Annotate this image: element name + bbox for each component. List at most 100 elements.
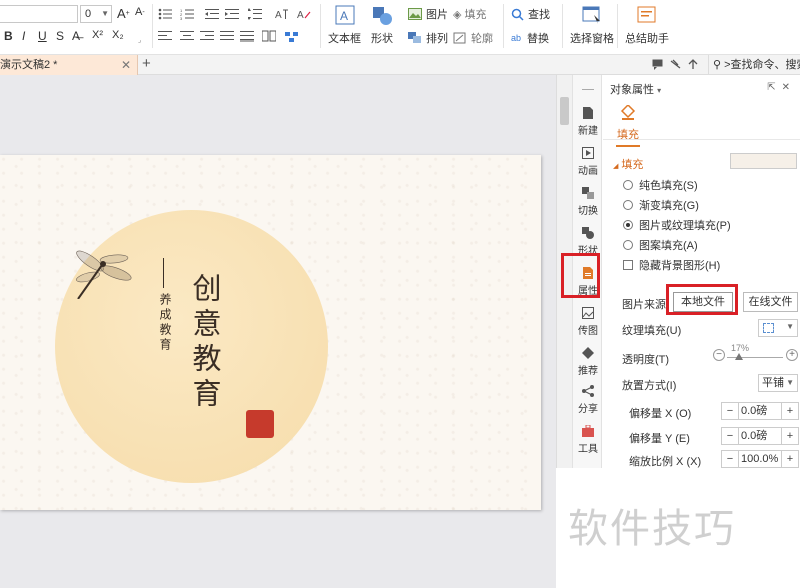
placement-select[interactable]: 平铺 ▼: [758, 374, 798, 392]
fill-label: 填充: [464, 9, 487, 21]
line-spacing-icon[interactable]: [248, 8, 262, 20]
find-button[interactable]: 查找: [511, 6, 550, 22]
char-spacing-icon[interactable]: A̶: [72, 29, 80, 43]
minus-icon[interactable]: −: [722, 403, 738, 419]
minus-icon[interactable]: −: [722, 451, 738, 467]
picture-button[interactable]: 图片: [408, 6, 448, 22]
scale-x-stepper[interactable]: − 100.0% +: [721, 450, 799, 468]
plus-icon[interactable]: +: [782, 451, 798, 467]
fill-section-title[interactable]: ◢ 填充: [613, 156, 643, 172]
upload-image-icon: [582, 307, 594, 319]
text-direction-icon[interactable]: A: [275, 8, 289, 20]
increase-font-icon[interactable]: A +: [117, 6, 130, 21]
offset-y-stepper[interactable]: − 0.0磅 +: [721, 427, 799, 445]
columns-icon[interactable]: [262, 30, 276, 42]
svg-text:3: 3: [180, 16, 183, 20]
divider-line: [163, 258, 164, 288]
scale-x-value[interactable]: 100.0%: [738, 451, 782, 467]
underline-icon[interactable]: U: [38, 29, 47, 43]
decrease-indent-icon[interactable]: [205, 8, 219, 20]
slide[interactable]: 养成教育 创意教育: [0, 155, 541, 510]
scrollbar-thumb[interactable]: [560, 97, 569, 125]
font-dialog-launcher-icon[interactable]: ⌟: [138, 36, 141, 44]
replace-button[interactable]: ab 替换: [511, 30, 549, 46]
chat-icon[interactable]: [652, 59, 663, 70]
plus-icon[interactable]: +: [782, 428, 798, 444]
italic-icon[interactable]: I: [22, 29, 25, 43]
command-search[interactable]: ⚲ >查找命令、搜索: [708, 55, 800, 75]
radio-button[interactable]: [623, 180, 633, 190]
plus-icon[interactable]: +: [786, 349, 798, 361]
align-left-icon[interactable]: [158, 30, 172, 42]
radio-solid-fill[interactable]: 纯色填充(S): [623, 177, 698, 193]
subscript-icon[interactable]: X₂: [112, 29, 124, 41]
triangle-down-icon: ◢: [613, 163, 619, 170]
sidebar-item-transition[interactable]: 切换: [573, 187, 603, 217]
checkbox[interactable]: [623, 260, 633, 270]
offset-x-stepper[interactable]: − 0.0磅 +: [721, 402, 799, 420]
decrease-font-icon[interactable]: A-: [135, 6, 145, 18]
panel-header[interactable]: 对象属性 ▾: [610, 81, 661, 97]
up-arrow-icon[interactable]: [688, 59, 699, 70]
tab-fill[interactable]: 填充: [613, 103, 643, 147]
fill-button[interactable]: ◈ 填充: [453, 6, 486, 22]
radio-button[interactable]: [623, 200, 633, 210]
selection-pane-button[interactable]: 选择窗格: [570, 4, 614, 46]
online-file-button[interactable]: 在线文件: [743, 292, 798, 312]
fill-preview-swatch[interactable]: [730, 153, 797, 169]
offset-y-value[interactable]: 0.0磅: [738, 428, 782, 444]
minus-icon[interactable]: −: [713, 349, 725, 361]
radio-picture-texture-fill[interactable]: 图片或纹理填充(P): [623, 217, 731, 233]
bullet-list-icon[interactable]: [158, 8, 172, 20]
document-tab[interactable]: 演示文稿2 * ✕: [0, 55, 138, 75]
document-tab-title: 演示文稿2 *: [0, 59, 58, 71]
sidebar-item-animation[interactable]: 动画: [573, 147, 603, 177]
transparency-slider[interactable]: − 17% +: [713, 343, 799, 367]
sidebar-item-recommend[interactable]: 推荐: [573, 347, 603, 377]
shape-button[interactable]: 形状: [371, 4, 393, 46]
increase-indent-icon[interactable]: [225, 8, 239, 20]
fill-section-label: 填充: [621, 159, 644, 171]
justify-icon[interactable]: [220, 30, 234, 42]
close-icon[interactable]: ✕: [121, 55, 131, 75]
align-center-icon[interactable]: [180, 30, 194, 42]
slider-knob[interactable]: [735, 353, 743, 360]
text-box-button[interactable]: A 文本框: [328, 4, 361, 46]
plus-icon[interactable]: +: [782, 403, 798, 419]
outline-button[interactable]: 轮廓: [453, 30, 493, 46]
numbered-list-icon[interactable]: 123: [180, 8, 194, 20]
sidebar-item-new[interactable]: 新建: [573, 107, 603, 137]
sidebar-item-share[interactable]: 分享: [573, 385, 603, 415]
font-name-input[interactable]: [0, 5, 78, 23]
separator: [152, 4, 153, 48]
close-icon[interactable]: ✕: [782, 82, 796, 93]
svg-text:ab: ab: [511, 33, 521, 43]
superscript-icon[interactable]: X²: [92, 29, 103, 41]
minus-icon[interactable]: −: [722, 428, 738, 444]
align-right-icon[interactable]: [200, 30, 214, 42]
sidebar-item-toolbox[interactable]: 工具: [573, 425, 603, 455]
shadow-text-icon[interactable]: S: [56, 29, 64, 43]
dock-icon[interactable]: ⇱: [767, 82, 781, 93]
offset-x-value[interactable]: 0.0磅: [738, 403, 782, 419]
smartart-icon[interactable]: [285, 30, 299, 42]
texture-fill-label: 纹理填充(U): [622, 325, 682, 337]
font-size-select[interactable]: 0 ▼: [80, 5, 112, 23]
sidebar-item-upload-image[interactable]: 传图: [573, 307, 603, 337]
radio-pattern-fill[interactable]: 图案填充(A): [623, 237, 698, 253]
collapse-handle[interactable]: [582, 89, 594, 90]
distributed-align-icon[interactable]: [240, 30, 254, 42]
radio-button[interactable]: [623, 240, 633, 250]
new-tab-button[interactable]: +: [142, 55, 151, 73]
skin-icon[interactable]: [670, 59, 681, 70]
radio-button-selected[interactable]: [623, 220, 633, 230]
radio-gradient-fill[interactable]: 渐变填充(G): [623, 197, 699, 213]
hide-background-checkbox-row[interactable]: 隐藏背景图形(H): [623, 257, 720, 273]
bold-icon[interactable]: B: [4, 29, 13, 43]
arrange-button[interactable]: 排列: [408, 30, 448, 46]
texture-fill-dropdown[interactable]: ▼: [758, 319, 798, 337]
summary-assistant-button[interactable]: 总结助手: [625, 4, 669, 46]
slide-subtitle[interactable]: 养成教育: [157, 293, 174, 353]
clear-format-icon[interactable]: A: [297, 8, 311, 20]
slide-title[interactable]: 创意教育: [184, 273, 226, 413]
